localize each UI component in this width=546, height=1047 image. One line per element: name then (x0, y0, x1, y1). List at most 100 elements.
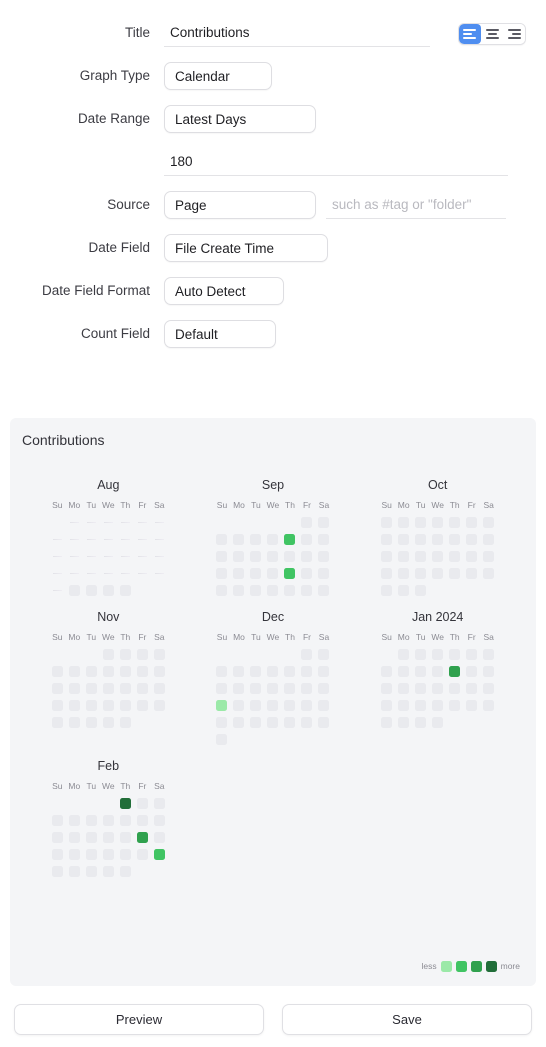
count-field-input[interactable] (164, 320, 276, 348)
day-cell[interactable] (415, 567, 427, 579)
day-cell[interactable] (483, 550, 495, 562)
day-cell[interactable] (85, 682, 97, 694)
day-cell[interactable] (52, 538, 62, 540)
day-cell[interactable] (153, 797, 165, 809)
day-cell[interactable] (153, 699, 165, 711)
source-query-input[interactable] (326, 191, 506, 219)
day-cell[interactable] (68, 682, 80, 694)
day-cell[interactable] (398, 665, 410, 677)
day-cell[interactable] (398, 584, 410, 596)
day-cell[interactable] (381, 716, 393, 728)
day-cell[interactable] (284, 533, 296, 545)
day-cell[interactable] (233, 567, 245, 579)
day-cell[interactable] (103, 538, 113, 540)
day-cell[interactable] (119, 865, 131, 877)
day-cell[interactable] (432, 516, 444, 528)
day-cell[interactable] (267, 550, 279, 562)
day-cell[interactable] (432, 533, 444, 545)
day-cell[interactable] (233, 550, 245, 562)
day-cell[interactable] (398, 550, 410, 562)
day-cell[interactable] (381, 584, 393, 596)
day-cell[interactable] (51, 814, 63, 826)
day-cell[interactable] (466, 516, 478, 528)
day-cell[interactable] (85, 665, 97, 677)
day-cell[interactable] (284, 716, 296, 728)
day-cell[interactable] (318, 516, 330, 528)
day-cell[interactable] (301, 584, 313, 596)
day-cell[interactable] (466, 550, 478, 562)
day-cell[interactable] (153, 848, 165, 860)
day-cell[interactable] (68, 584, 80, 596)
day-cell[interactable] (250, 682, 262, 694)
day-cell[interactable] (216, 584, 228, 596)
day-cell[interactable] (284, 550, 296, 562)
day-cell[interactable] (86, 521, 96, 523)
day-cell[interactable] (216, 665, 228, 677)
day-cell[interactable] (52, 555, 62, 557)
day-cell[interactable] (301, 516, 313, 528)
date-field-input[interactable] (164, 234, 328, 262)
day-cell[interactable] (216, 733, 228, 745)
day-cell[interactable] (267, 584, 279, 596)
day-cell[interactable] (301, 682, 313, 694)
day-cell[interactable] (137, 555, 147, 557)
day-cell[interactable] (69, 555, 79, 557)
days-count-input[interactable] (164, 148, 508, 176)
day-cell[interactable] (398, 533, 410, 545)
day-cell[interactable] (449, 682, 461, 694)
day-cell[interactable] (120, 521, 130, 523)
day-cell[interactable] (318, 682, 330, 694)
day-cell[interactable] (318, 716, 330, 728)
day-cell[interactable] (69, 521, 79, 523)
day-cell[interactable] (102, 716, 114, 728)
day-cell[interactable] (86, 555, 96, 557)
day-cell[interactable] (250, 584, 262, 596)
day-cell[interactable] (250, 699, 262, 711)
day-cell[interactable] (119, 682, 131, 694)
align-left-icon[interactable] (459, 24, 481, 44)
day-cell[interactable] (284, 665, 296, 677)
title-input[interactable] (164, 19, 430, 47)
day-cell[interactable] (318, 584, 330, 596)
align-right-icon[interactable] (503, 24, 525, 44)
day-cell[interactable] (381, 533, 393, 545)
day-cell[interactable] (432, 567, 444, 579)
day-cell[interactable] (284, 699, 296, 711)
day-cell[interactable] (68, 814, 80, 826)
day-cell[interactable] (483, 533, 495, 545)
day-cell[interactable] (153, 665, 165, 677)
day-cell[interactable] (483, 516, 495, 528)
day-cell[interactable] (284, 682, 296, 694)
day-cell[interactable] (381, 699, 393, 711)
day-cell[interactable] (398, 716, 410, 728)
day-cell[interactable] (51, 848, 63, 860)
day-cell[interactable] (415, 648, 427, 660)
day-cell[interactable] (267, 716, 279, 728)
day-cell[interactable] (68, 665, 80, 677)
day-cell[interactable] (153, 831, 165, 843)
save-button[interactable]: Save (282, 1004, 532, 1035)
day-cell[interactable] (432, 716, 444, 728)
day-cell[interactable] (301, 567, 313, 579)
day-cell[interactable] (216, 550, 228, 562)
day-cell[interactable] (415, 584, 427, 596)
day-cell[interactable] (449, 699, 461, 711)
day-cell[interactable] (398, 699, 410, 711)
day-cell[interactable] (69, 572, 79, 574)
day-cell[interactable] (284, 567, 296, 579)
day-cell[interactable] (102, 682, 114, 694)
day-cell[interactable] (301, 550, 313, 562)
day-cell[interactable] (119, 665, 131, 677)
day-cell[interactable] (51, 682, 63, 694)
day-cell[interactable] (318, 567, 330, 579)
day-cell[interactable] (120, 538, 130, 540)
day-cell[interactable] (216, 682, 228, 694)
day-cell[interactable] (483, 665, 495, 677)
day-cell[interactable] (85, 716, 97, 728)
day-cell[interactable] (233, 533, 245, 545)
day-cell[interactable] (318, 665, 330, 677)
day-cell[interactable] (483, 682, 495, 694)
day-cell[interactable] (398, 648, 410, 660)
day-cell[interactable] (233, 716, 245, 728)
day-cell[interactable] (103, 521, 113, 523)
